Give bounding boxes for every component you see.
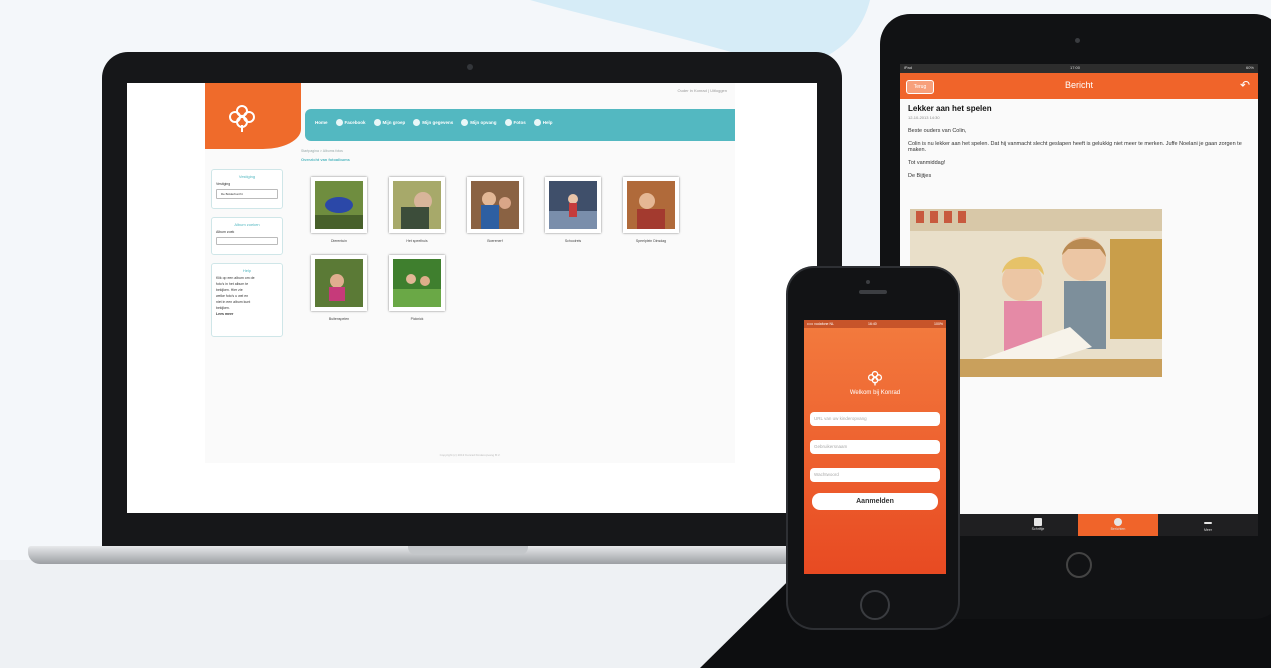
sidebar-label: Album zoek	[216, 230, 235, 234]
album-thumbnail[interactable]	[389, 255, 445, 311]
album-label[interactable]: Boerenerf	[455, 239, 535, 243]
url-input[interactable]: URL van uw kinderopvang	[810, 412, 940, 426]
tablet-status-bar: iPad 17:00 60%	[900, 64, 1258, 73]
album-thumbnail[interactable]	[311, 177, 367, 233]
message-closing: Tot vanmiddag!	[908, 160, 946, 166]
notebook-icon	[1034, 518, 1042, 526]
phone-speaker	[859, 290, 887, 294]
footer-copyright: Copyright (c) 2013 Konrad Kinderopvang B…	[439, 453, 501, 457]
album-photo	[315, 181, 363, 229]
message-date: 12-10-2013 14:30	[908, 115, 940, 120]
message-title: Lekker aan het spelen	[908, 104, 992, 113]
album-label[interactable]: Het speelhuis	[377, 239, 457, 243]
phone-home-button[interactable]	[860, 590, 890, 620]
laptop-camera	[467, 64, 473, 70]
sidebar-heading: Album zoeken	[234, 222, 260, 227]
album-photo	[549, 181, 597, 229]
album-label[interactable]: Schoolreis	[533, 239, 613, 243]
login-button[interactable]: Aanmelden	[812, 493, 938, 510]
flower-logo-icon	[867, 370, 883, 386]
album-photo	[393, 259, 441, 307]
album-thumbnail[interactable]	[311, 255, 367, 311]
tab-meer[interactable]: Meer	[1168, 514, 1248, 536]
message-body: Lekker aan het spelen 12-10-2013 14:30 B…	[908, 104, 1248, 186]
main-nav: Home Facebook Mijn groep Mijn gegevens M…	[305, 109, 735, 141]
sidebar-heading: Help	[242, 268, 252, 273]
help-read-more-link[interactable]: Lees meer	[212, 311, 282, 317]
phone-screen: ••••• vodafone NL 16:40 100% Welkom bij …	[804, 320, 946, 574]
album-search-input[interactable]	[216, 237, 278, 245]
tablet-home-button[interactable]	[1066, 552, 1092, 578]
album-thumbnail[interactable]	[467, 177, 523, 233]
album-photo	[627, 181, 675, 229]
message-text: Colin is nu lekker aan het spelen. Dat h…	[908, 141, 1242, 153]
sidebar-vestiging: Vestiging Vestiging De Bolderburcht	[211, 169, 283, 209]
phone-status-bar: ••••• vodafone NL 16:40 100%	[804, 320, 946, 328]
album-thumbnail[interactable]	[389, 177, 445, 233]
site-logo[interactable]	[205, 83, 301, 149]
album-photo	[471, 181, 519, 229]
user-icon	[413, 119, 421, 126]
nav-mijn-opvang[interactable]: Mijn opvang	[461, 119, 497, 126]
nav-fotos[interactable]: Fotos	[504, 119, 526, 126]
nav-home[interactable]: Home	[315, 119, 328, 126]
tablet-battery: 60%	[1245, 65, 1254, 70]
more-icon	[1204, 522, 1212, 524]
web-page: Ouder in Konrad | Uitloggen Home Faceboo…	[205, 83, 735, 463]
phone-battery: 100%	[934, 322, 943, 326]
reply-arrow-icon[interactable]: ↶	[1240, 78, 1250, 92]
vestiging-select[interactable]: De Bolderburcht	[216, 189, 278, 199]
message-signature: De Bijtjes	[908, 173, 932, 179]
tablet-carrier: iPad	[904, 65, 913, 70]
message-greeting: Beste ouders van Colin,	[908, 128, 967, 134]
tablet-camera	[1075, 38, 1080, 43]
flower-logo-icon	[229, 105, 255, 132]
laptop-notch	[408, 546, 528, 555]
tablet-time: 17:00	[1070, 65, 1081, 70]
breadcrumb[interactable]: Startpagina > Albums fotos	[301, 149, 343, 153]
tab-berichten[interactable]: Berichten	[1078, 514, 1158, 536]
facebook-icon	[335, 119, 343, 126]
sidebar-label: Vestiging	[216, 182, 231, 186]
album-label[interactable]: Speelplein Dinsdag	[611, 239, 691, 243]
sidebar-heading: Vestiging	[238, 174, 256, 179]
phone-camera	[866, 280, 870, 284]
tablet-title: Bericht	[1064, 80, 1093, 90]
tablet-nav-bar: Terug Bericht ↶	[900, 73, 1258, 99]
help-icon	[533, 119, 541, 126]
section-title: Overzicht van fotoalbums	[301, 157, 350, 162]
album-thumbnail[interactable]	[623, 177, 679, 233]
password-input[interactable]: Wachtwoord	[810, 468, 940, 482]
tab-schriftje[interactable]: Schriftje	[998, 514, 1078, 536]
album-label[interactable]: Picknick	[377, 317, 457, 321]
chat-bubble-icon	[1114, 518, 1122, 526]
sidebar-album-search: Album zoeken Album zoek	[211, 217, 283, 255]
welcome-text: Welkom bij Konrad	[849, 390, 901, 396]
nav-mijn-gegevens[interactable]: Mijn gegevens	[413, 119, 453, 126]
camera-icon	[504, 119, 512, 126]
album-photo	[393, 181, 441, 229]
user-links[interactable]: Ouder in Konrad | Uitloggen	[677, 88, 727, 93]
album-label[interactable]: Buitenspelen	[299, 317, 379, 321]
album-thumbnail[interactable]	[545, 177, 601, 233]
nav-help[interactable]: Help	[533, 119, 553, 126]
album-label[interactable]: Dierentuin	[299, 239, 379, 243]
sidebar-help: Help Klik op een album om de foto's in h…	[211, 263, 283, 337]
phone-time: 16:40	[868, 322, 877, 326]
house-icon	[461, 119, 469, 126]
album-photo	[315, 259, 363, 307]
phone-carrier: ••••• vodafone NL	[807, 322, 834, 326]
nav-mijn-groep[interactable]: Mijn groep	[373, 119, 405, 126]
laptop-screen: Ouder in Konrad | Uitloggen Home Faceboo…	[127, 83, 817, 513]
nav-facebook[interactable]: Facebook	[335, 119, 366, 126]
group-icon	[373, 119, 381, 126]
username-input[interactable]: Gebruikersnaam	[810, 440, 940, 454]
